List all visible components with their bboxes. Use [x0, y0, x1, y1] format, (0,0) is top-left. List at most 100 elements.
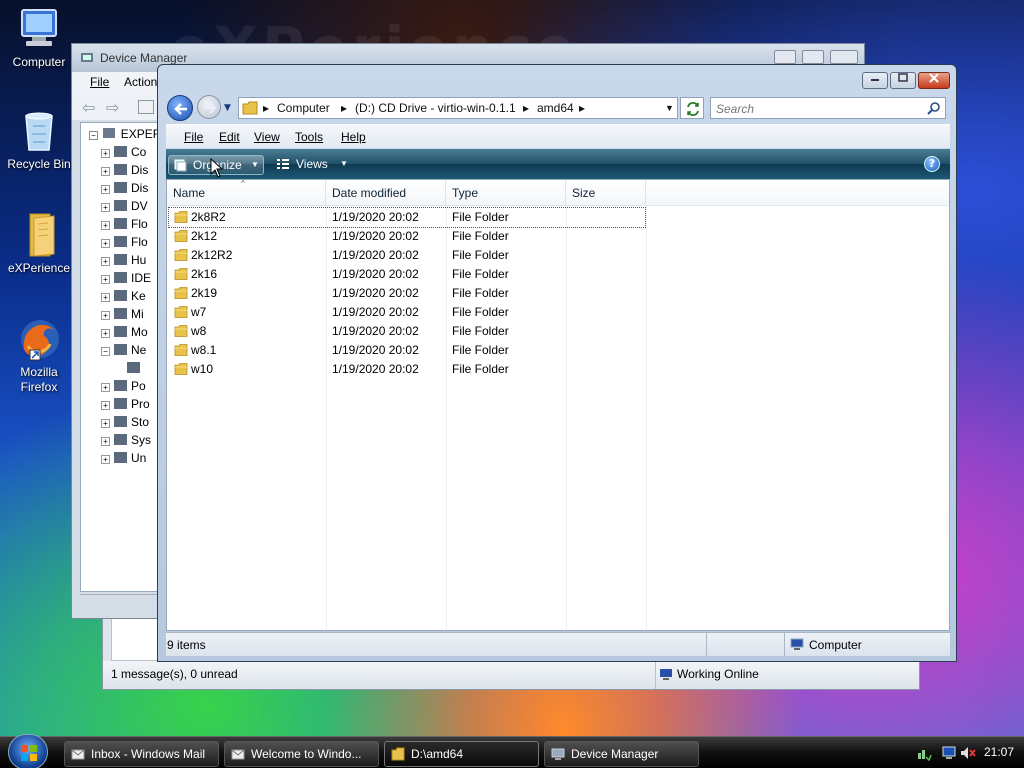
display-tray-icon[interactable] — [942, 745, 958, 764]
menu-tools[interactable]: Tools — [295, 130, 323, 144]
device-tree-item[interactable]: + Flo — [101, 235, 148, 249]
device-tree-item[interactable]: + Mo — [101, 325, 148, 339]
file-name: 2k8R2 — [191, 210, 226, 224]
taskbar-item-explorer[interactable]: D:\amd64 — [384, 741, 539, 767]
command-bar: Organize ▼ Views ▼ ? — [166, 149, 950, 179]
minimize-button[interactable] — [862, 72, 888, 89]
device-tree-item[interactable]: + Po — [101, 379, 146, 393]
device-tree-item[interactable]: + Flo — [101, 217, 148, 231]
search-placeholder: Search — [716, 102, 755, 116]
file-name: w8.1 — [191, 343, 217, 357]
computer-icon — [790, 638, 804, 654]
back-arrow-icon[interactable]: ⇦ — [82, 98, 95, 117]
menu-view[interactable]: View — [254, 130, 280, 144]
device-tree-item[interactable]: + Sys — [101, 433, 151, 447]
breadcrumb-computer[interactable]: Computer — [277, 101, 330, 115]
maximize-button[interactable] — [802, 50, 824, 64]
file-date: 1/19/2020 20:02 — [332, 324, 419, 338]
properties-icon[interactable] — [138, 100, 154, 114]
device-tree-item[interactable] — [127, 361, 144, 375]
file-row[interactable]: 2k16 1/19/2020 20:02 File Folder — [169, 265, 645, 284]
close-button[interactable] — [918, 72, 950, 89]
recent-pages-dropdown-icon[interactable]: ▼ — [224, 103, 231, 113]
organize-icon — [174, 159, 187, 172]
taskbar-item-welcome[interactable]: Welcome to Windo... — [224, 741, 379, 767]
file-date: 1/19/2020 20:02 — [332, 210, 419, 224]
desktop-icon-recycle-bin[interactable]: Recycle Bin — [1, 108, 77, 171]
desktop-icon-experience[interactable]: eXPerience — [1, 212, 77, 275]
minimize-button[interactable] — [774, 50, 796, 64]
device-tree-item[interactable]: − Ne — [101, 343, 146, 357]
menu-edit[interactable]: Edit — [219, 130, 240, 144]
mouse-cursor-icon — [210, 158, 224, 178]
file-type: File Folder — [452, 324, 509, 338]
folder-icon — [174, 344, 188, 356]
menu-help[interactable]: Help — [341, 130, 366, 144]
taskbar-item-mail[interactable]: Inbox - Windows Mail — [64, 741, 219, 767]
desktop-icon-label: Mozilla Firefox — [20, 365, 58, 394]
clock[interactable]: 21:07 — [984, 745, 1014, 759]
desktop-icon-computer[interactable]: Computer — [1, 6, 77, 69]
item-count: 9 items — [167, 638, 206, 652]
explorer-statusbar: 9 items Computer — [166, 632, 950, 656]
file-row[interactable]: 2k19 1/19/2020 20:02 File Folder — [169, 284, 645, 303]
file-row[interactable]: w7 1/19/2020 20:02 File Folder — [169, 303, 645, 322]
address-bar[interactable]: ▸ Computer ▸ (D:) CD Drive - virtio-win-… — [238, 97, 678, 119]
desktop-icon-firefox[interactable]: Mozilla Firefox — [1, 316, 77, 395]
file-row[interactable]: 2k8R2 1/19/2020 20:02 File Folder — [168, 207, 646, 228]
device-tree-item[interactable]: + Hu — [101, 253, 146, 267]
forward-arrow-icon[interactable]: ⇨ — [106, 98, 119, 117]
column-header-date[interactable]: Date modified — [326, 180, 446, 206]
menu-file[interactable]: File — [184, 130, 203, 144]
column-header-size[interactable]: Size — [566, 180, 646, 206]
volume-muted-icon[interactable] — [960, 745, 976, 764]
device-tree-item[interactable]: + DV — [101, 199, 148, 213]
device-tree-item[interactable]: + IDE — [101, 271, 151, 285]
column-header-name[interactable]: Name ^ — [167, 179, 326, 206]
chevron-right-icon[interactable]: ▸ — [579, 101, 585, 115]
file-row[interactable]: w10 1/19/2020 20:02 File Folder — [169, 360, 645, 379]
desktop-icon-label: eXPerience — [7, 261, 71, 275]
device-tree-item[interactable]: + Dis — [101, 163, 148, 177]
search-input[interactable]: Search — [710, 97, 946, 119]
file-row[interactable]: w8.1 1/19/2020 20:02 File Folder — [169, 341, 645, 360]
breadcrumb-cd-drive[interactable]: (D:) CD Drive - virtio-win-0.1.1 — [355, 101, 516, 115]
device-tree-item[interactable]: + Dis — [101, 181, 148, 195]
chevron-right-icon[interactable]: ▸ — [523, 101, 529, 115]
breadcrumb-amd64[interactable]: amd64 — [537, 101, 574, 115]
desktop-icon-label: Computer — [12, 55, 66, 69]
maximize-button[interactable] — [890, 72, 916, 89]
views-button[interactable]: Views ▼ — [272, 155, 352, 175]
network-tray-icon[interactable] — [916, 745, 932, 764]
menu-file[interactable]: File — [90, 75, 109, 89]
search-icon[interactable] — [927, 102, 941, 116]
column-header-filler — [646, 180, 949, 206]
device-tree-item[interactable]: + Un — [101, 451, 146, 465]
device-tree-item[interactable]: + Ke — [101, 289, 146, 303]
back-button[interactable] — [167, 95, 193, 121]
chevron-right-icon[interactable]: ▸ — [341, 101, 347, 115]
address-dropdown-icon[interactable]: ▼ — [665, 103, 674, 113]
column-header-type[interactable]: Type — [446, 180, 566, 206]
file-row[interactable]: 2k12 1/19/2020 20:02 File Folder — [169, 227, 645, 246]
help-icon[interactable]: ? — [924, 156, 940, 172]
device-tree-item[interactable]: + Pro — [101, 397, 150, 411]
device-tree-item[interactable]: + Co — [101, 145, 146, 159]
device-tree-root[interactable]: − EXPER — [89, 127, 161, 141]
minimize-icon — [871, 79, 879, 81]
mail-icon — [231, 749, 245, 760]
mail-icon — [71, 749, 85, 760]
menu-action[interactable]: Action — [124, 75, 157, 89]
folder-icon — [174, 249, 188, 261]
start-button[interactable] — [8, 734, 48, 768]
device-tree-item[interactable]: + Sto — [101, 415, 149, 429]
refresh-button[interactable] — [680, 97, 704, 119]
taskbar-item-device-manager[interactable]: Device Manager — [544, 741, 699, 767]
file-row[interactable]: 2k12R2 1/19/2020 20:02 File Folder — [169, 246, 645, 265]
folder-icon — [174, 363, 188, 375]
forward-button[interactable] — [197, 95, 221, 119]
device-tree-item[interactable]: + Mi — [101, 307, 144, 321]
file-row[interactable]: w8 1/19/2020 20:02 File Folder — [169, 322, 645, 341]
close-button[interactable] — [830, 50, 858, 64]
chevron-right-icon[interactable]: ▸ — [263, 101, 269, 115]
